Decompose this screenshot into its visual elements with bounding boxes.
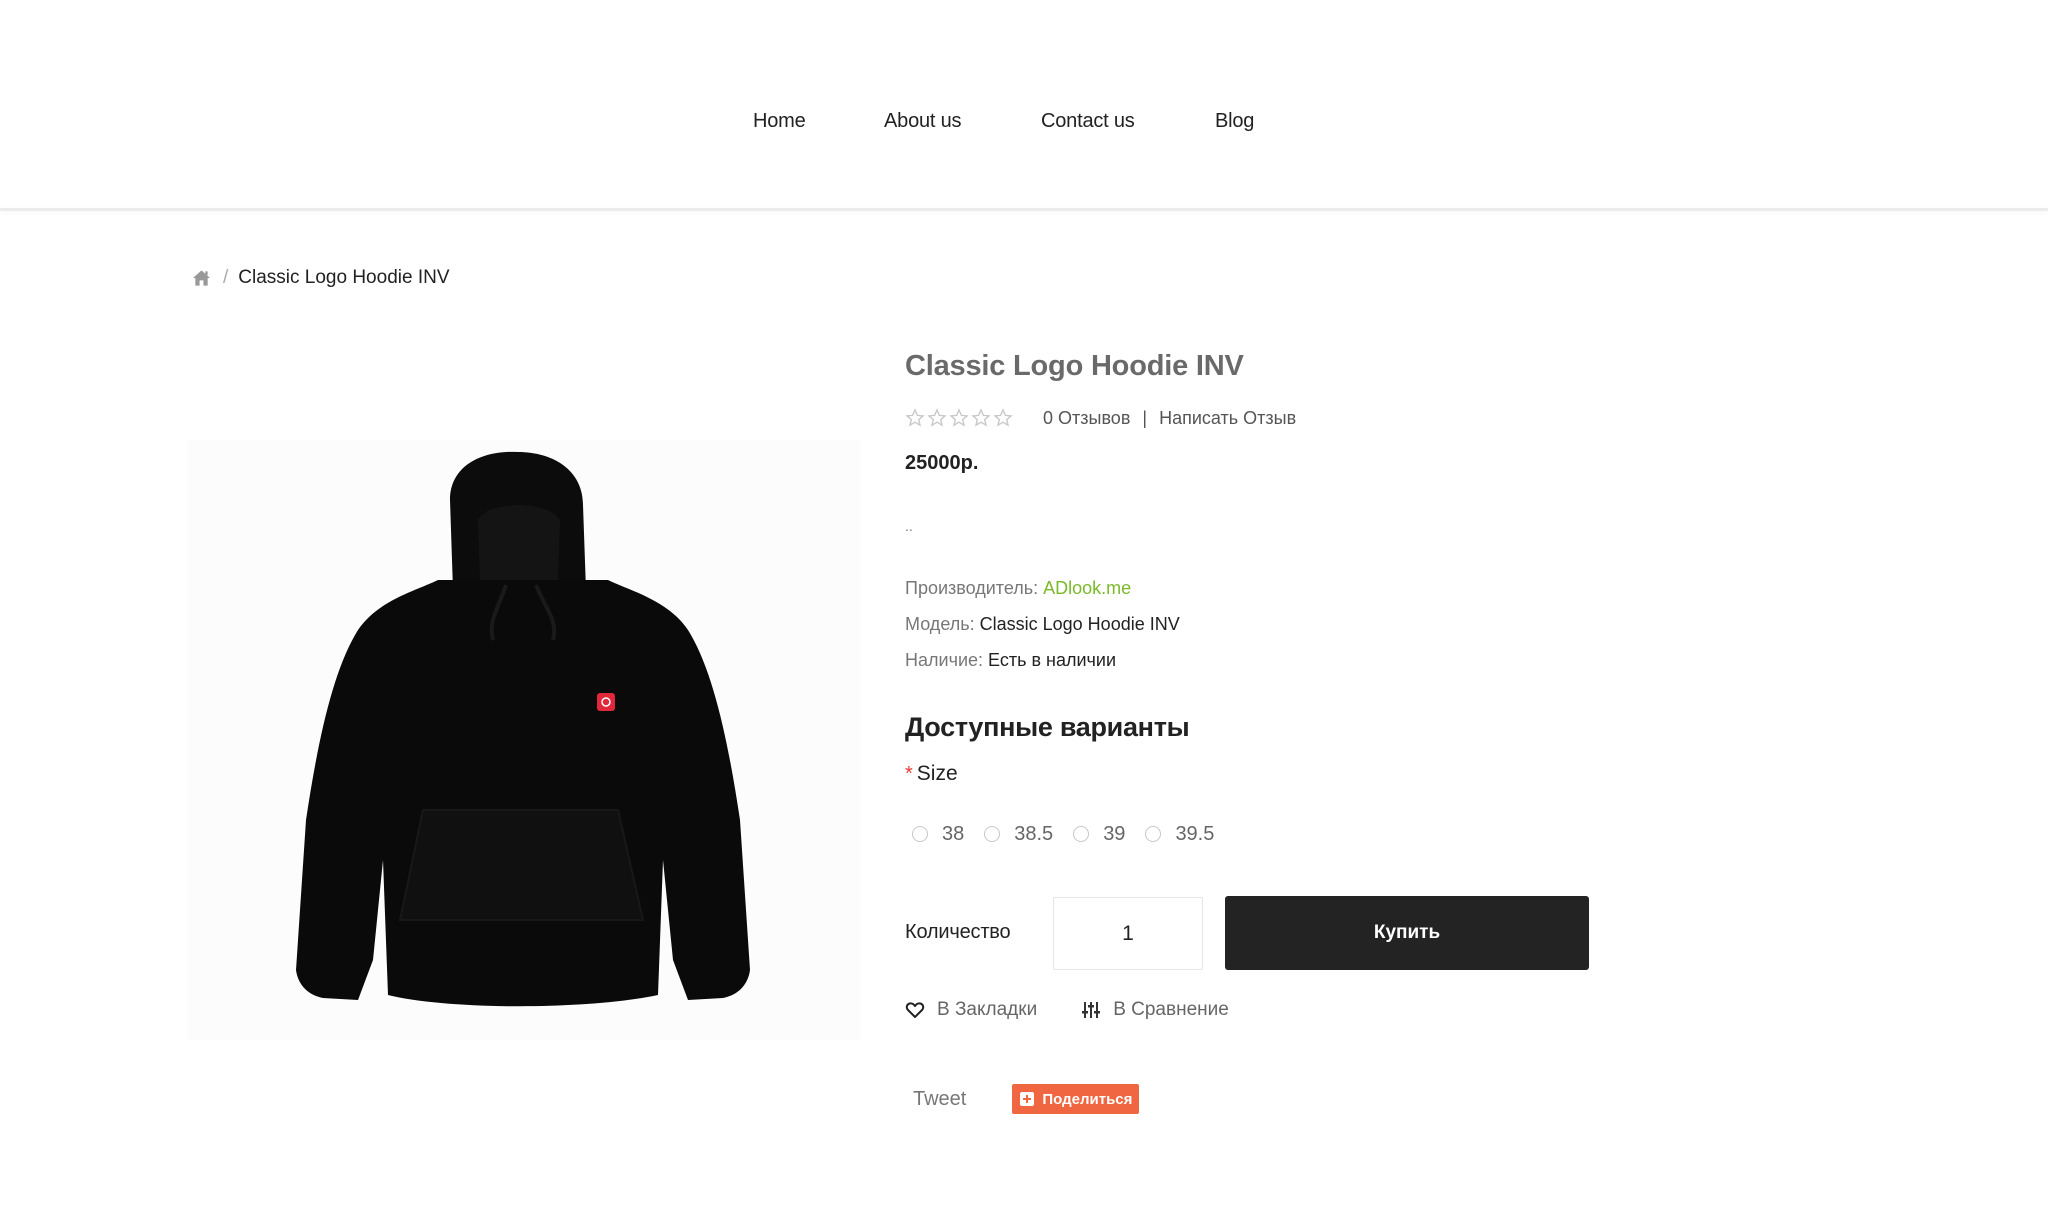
rating-separator: | bbox=[1142, 407, 1148, 428]
size-label-text: Size bbox=[916, 762, 958, 785]
star-empty-icon bbox=[905, 408, 925, 428]
size-option-label: 38.5 bbox=[1014, 822, 1054, 845]
sliders-icon bbox=[1081, 1000, 1101, 1020]
spec-manufacturer-label: Производитель: bbox=[905, 578, 1039, 598]
spec-model-label: Модель: bbox=[905, 614, 975, 634]
spec-availability-value: Есть в наличии bbox=[988, 650, 1117, 670]
star-empty-icon bbox=[971, 408, 991, 428]
quantity-label: Количество bbox=[905, 921, 1011, 943]
size-label: * Size bbox=[905, 762, 958, 786]
write-review-link[interactable]: Написать Отзыв bbox=[1159, 408, 1296, 429]
size-option-38-5[interactable]: 38.5 bbox=[984, 823, 1053, 846]
nav-item-home[interactable]: Home bbox=[753, 110, 806, 133]
star-empty-icon bbox=[949, 408, 969, 428]
nav-item-contact-us[interactable]: Contact us bbox=[1041, 110, 1135, 133]
heart-icon bbox=[905, 1000, 925, 1020]
add-to-wishlist-button[interactable]: В Закладки bbox=[905, 999, 1037, 1021]
radio-button[interactable] bbox=[1145, 826, 1162, 842]
spec-availability: Наличие: Есть в наличии bbox=[905, 650, 1116, 671]
share-button[interactable]: Поделиться bbox=[1012, 1084, 1140, 1114]
breadcrumb-current: Classic Logo Hoodie INV bbox=[238, 267, 450, 288]
rating-row: 0 Отзывов | Написать Отзыв bbox=[905, 406, 1296, 430]
spec-manufacturer: Производитель: ADlook.me bbox=[905, 578, 1131, 599]
size-option-38[interactable]: 38 bbox=[912, 823, 964, 846]
quantity-input[interactable] bbox=[1053, 897, 1203, 970]
header-divider bbox=[0, 208, 2048, 211]
radio-button[interactable] bbox=[984, 826, 1001, 842]
required-marker: * bbox=[905, 763, 913, 785]
rating-stars bbox=[905, 408, 1013, 428]
nav-item-blog[interactable]: Blog bbox=[1215, 110, 1254, 133]
size-option-39[interactable]: 39 bbox=[1073, 823, 1125, 846]
share-label: Поделиться bbox=[1042, 1090, 1133, 1108]
radio-button[interactable] bbox=[912, 826, 928, 842]
product-description: .. bbox=[905, 518, 913, 534]
wishlist-label: В Закладки bbox=[937, 999, 1038, 1020]
size-option-label: 39 bbox=[1103, 822, 1126, 845]
size-option-label: 39.5 bbox=[1175, 822, 1215, 845]
spec-model: Модель: Classic Logo Hoodie INV bbox=[905, 614, 1180, 635]
spec-availability-label: Наличие: bbox=[905, 650, 984, 670]
reviews-count-link[interactable]: 0 Отзывов bbox=[1043, 408, 1130, 429]
product-price: 25000р. bbox=[905, 452, 979, 474]
product-image[interactable] bbox=[188, 440, 860, 1040]
add-to-compare-button[interactable]: В Сравнение bbox=[1081, 999, 1229, 1021]
size-radio-group: 38 38.5 39 39.5 bbox=[912, 821, 1234, 847]
buy-button[interactable]: Купить bbox=[1225, 896, 1589, 970]
product-actions: В Закладки В Сравнение bbox=[905, 998, 1273, 1022]
size-option-39-5[interactable]: 39.5 bbox=[1145, 823, 1214, 846]
compare-label: В Сравнение bbox=[1113, 999, 1229, 1020]
main-nav: Home About us Contact us Blog bbox=[0, 110, 2048, 140]
plus-icon bbox=[1020, 1092, 1035, 1106]
radio-button[interactable] bbox=[1073, 826, 1090, 842]
product-title: Classic Logo Hoodie INV bbox=[905, 350, 1244, 382]
star-empty-icon bbox=[927, 408, 947, 428]
star-empty-icon bbox=[993, 408, 1013, 428]
breadcrumb: / Classic Logo Hoodie INV bbox=[192, 265, 450, 291]
options-title: Доступные варианты bbox=[905, 712, 1190, 742]
tweet-button[interactable]: Tweet bbox=[913, 1088, 966, 1111]
manufacturer-link[interactable]: ADlook.me bbox=[1043, 578, 1131, 598]
site-header: Home About us Contact us Blog bbox=[0, 0, 2048, 210]
spec-model-value: Classic Logo Hoodie INV bbox=[979, 614, 1180, 634]
nav-item-about-us[interactable]: About us bbox=[884, 110, 962, 133]
breadcrumb-separator: / bbox=[223, 267, 229, 288]
share-row: Tweet Поделиться bbox=[913, 1084, 1140, 1114]
size-option-label: 38 bbox=[942, 822, 965, 845]
home-icon[interactable] bbox=[192, 269, 211, 287]
